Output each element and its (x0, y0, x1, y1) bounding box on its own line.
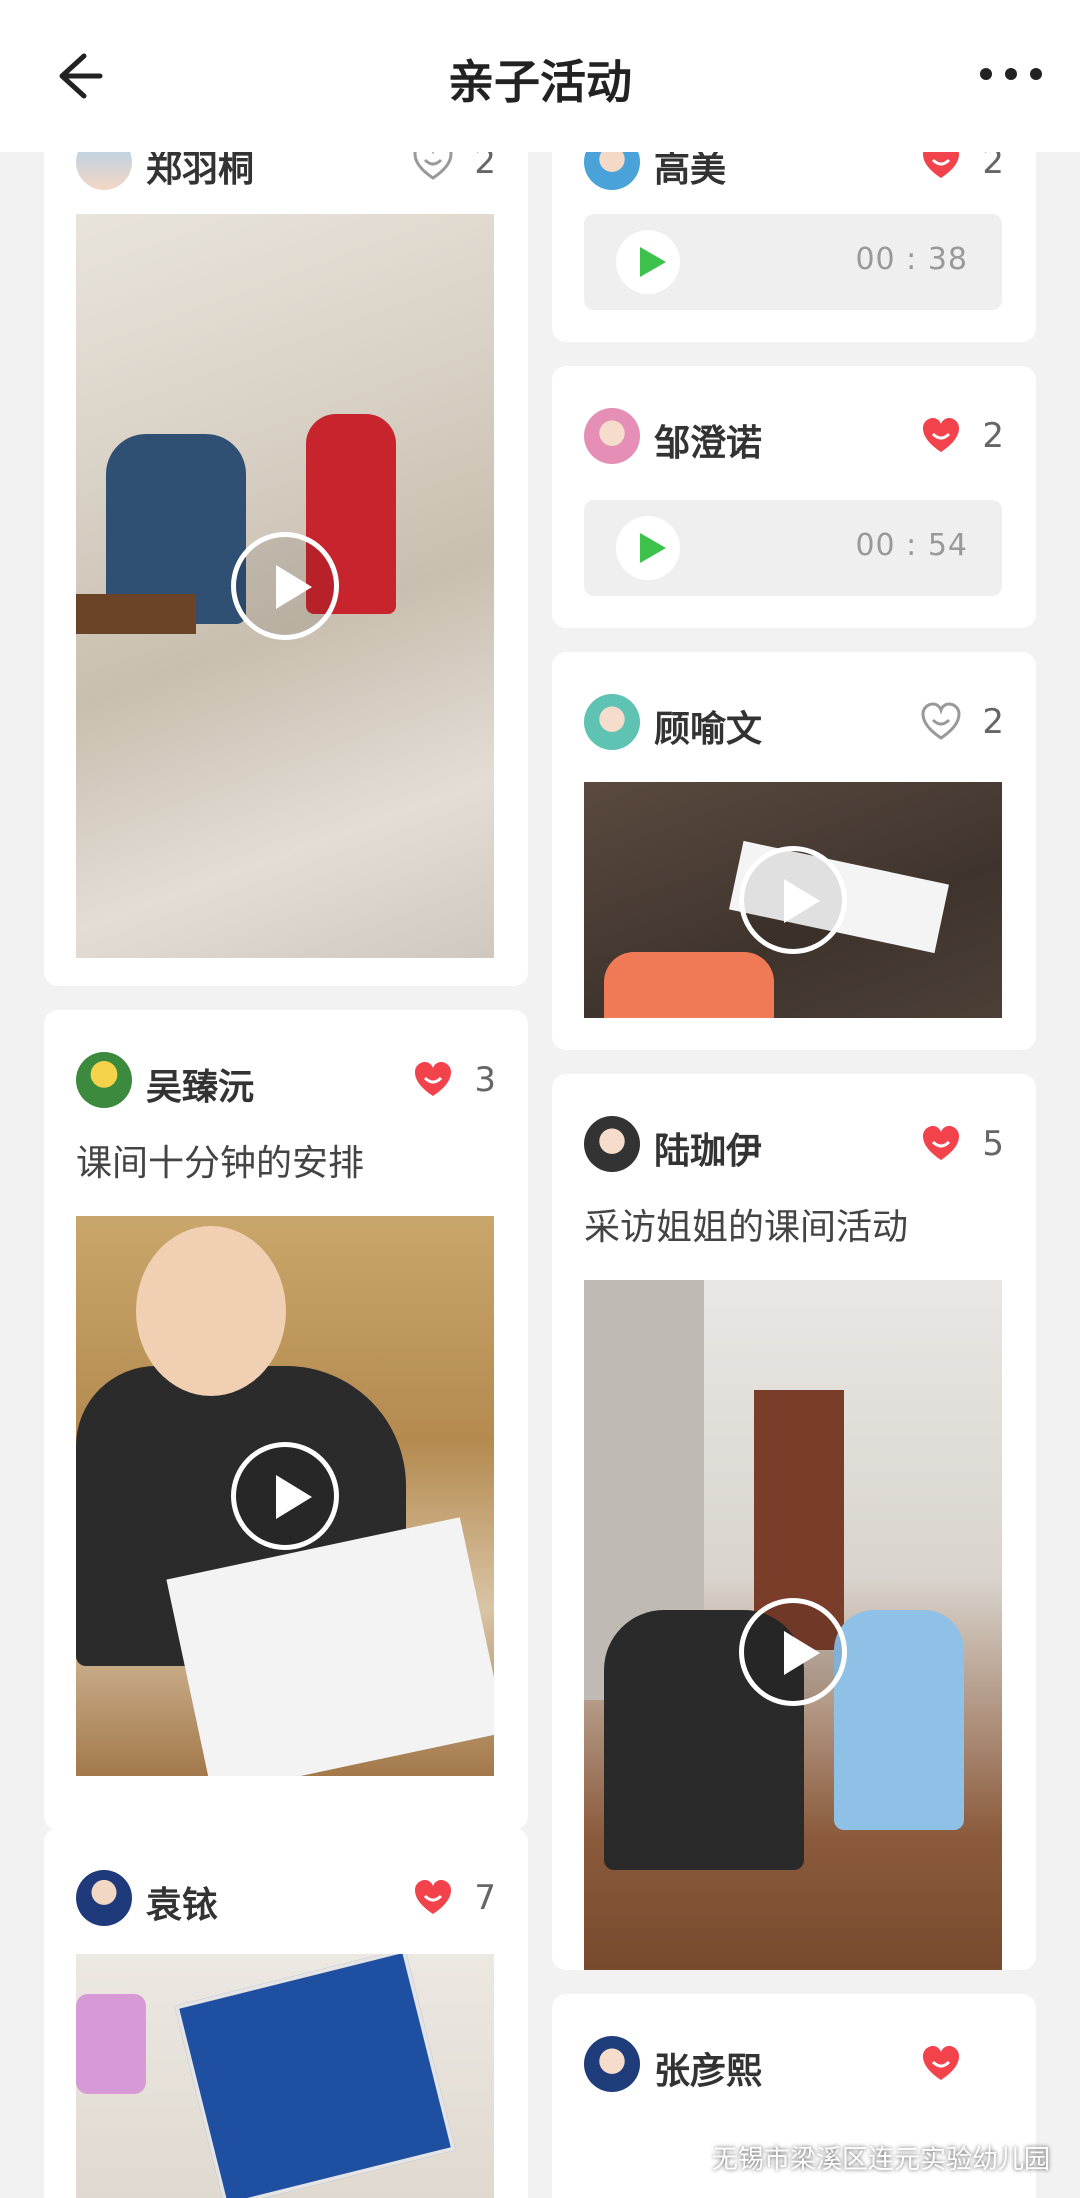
author-name: 邹澄诺 (654, 423, 763, 464)
play-icon[interactable] (739, 1598, 847, 1706)
post-card[interactable]: 顾喻文 2 (552, 652, 1036, 1050)
heart-outline-icon (921, 702, 961, 740)
image-region (76, 594, 196, 634)
audio-duration: 00 : 38 (855, 242, 968, 277)
image-region (834, 1610, 964, 1830)
image-region (136, 1226, 286, 1396)
avatar[interactable] (76, 152, 132, 190)
avatar[interactable] (76, 1052, 132, 1108)
post-card[interactable]: 郑羽桐 2 (44, 152, 528, 986)
heart-filled-icon (415, 1062, 451, 1096)
image-region (174, 1954, 456, 2198)
author-name: 张彦熙 (654, 2051, 763, 2092)
like-count: 2 (474, 152, 496, 182)
watermark: 无锡市梁溪区连元实验幼儿园 (711, 2145, 1050, 2175)
more-horizontal-icon[interactable] (976, 52, 1046, 96)
author-name: 袁铱 (146, 1885, 219, 1926)
avatar[interactable] (584, 2036, 640, 2092)
author-name: 郑羽桐 (146, 152, 255, 190)
play-icon[interactable] (739, 846, 847, 954)
page-title: 亲子活动 (448, 55, 632, 109)
like-count: 3 (474, 1060, 496, 1100)
audio-play-icon[interactable] (616, 516, 680, 580)
heart-filled-icon (923, 152, 959, 178)
avatar[interactable] (584, 694, 640, 750)
image-region (76, 1994, 146, 2094)
heart-filled-icon (415, 1880, 451, 1914)
video-thumbnail[interactable] (76, 1954, 494, 2198)
author-name: 吴臻沅 (146, 1067, 255, 1108)
video-thumbnail[interactable] (76, 214, 494, 958)
like-count: 5 (982, 1124, 1004, 1164)
video-thumbnail[interactable] (76, 1216, 494, 1776)
post-card[interactable]: 袁铱 7 (44, 1828, 528, 2198)
post-card[interactable]: 邹澄诺 2 00 : 54 (552, 366, 1036, 628)
feed-grid[interactable]: 郑羽桐 2 吴臻沅 3 课间十分钟的安排 袁铱 7 高美 2 00: 38 邹… (0, 152, 1080, 2198)
heart-filled-icon (923, 1126, 959, 1160)
post-caption: 采访姐姐的课间活动 (584, 1207, 909, 1248)
audio-player[interactable]: 00 : 54 (584, 500, 1002, 596)
video-thumbnail[interactable] (584, 1280, 1002, 1970)
play-icon[interactable] (231, 1442, 339, 1550)
audio-duration: 00 : 54 (855, 528, 968, 563)
author-name: 陆珈伊 (654, 1131, 763, 1172)
avatar[interactable] (76, 1870, 132, 1926)
play-icon[interactable] (231, 532, 339, 640)
audio-play-icon[interactable] (616, 230, 680, 294)
avatar[interactable] (584, 1116, 640, 1172)
heart-filled-icon (923, 418, 959, 452)
heart-outline-icon (413, 152, 453, 180)
like-count: 2 (982, 152, 1004, 182)
author-name: 顾喻文 (654, 709, 763, 750)
image-region (604, 952, 774, 1018)
post-card[interactable]: 高美 2 00 : 38 (552, 152, 1036, 342)
post-card[interactable]: 吴臻沅 3 课间十分钟的安排 (44, 1010, 528, 1830)
heart-filled-icon (923, 2046, 959, 2080)
like-count: 2 (982, 416, 1004, 456)
like-count: 2 (982, 702, 1004, 742)
avatar[interactable] (584, 408, 640, 464)
top-bar: 亲子活动 (0, 0, 1080, 152)
avatar[interactable] (584, 152, 640, 190)
author-name: 高美 (654, 152, 727, 190)
post-caption: 课间十分钟的安排 (76, 1143, 365, 1184)
video-thumbnail[interactable] (584, 782, 1002, 1018)
post-card[interactable]: 陆珈伊 5 采访姐姐的课间活动 (552, 1074, 1036, 1970)
audio-player[interactable]: 00 : 38 (584, 214, 1002, 310)
like-count: 7 (474, 1878, 496, 1918)
